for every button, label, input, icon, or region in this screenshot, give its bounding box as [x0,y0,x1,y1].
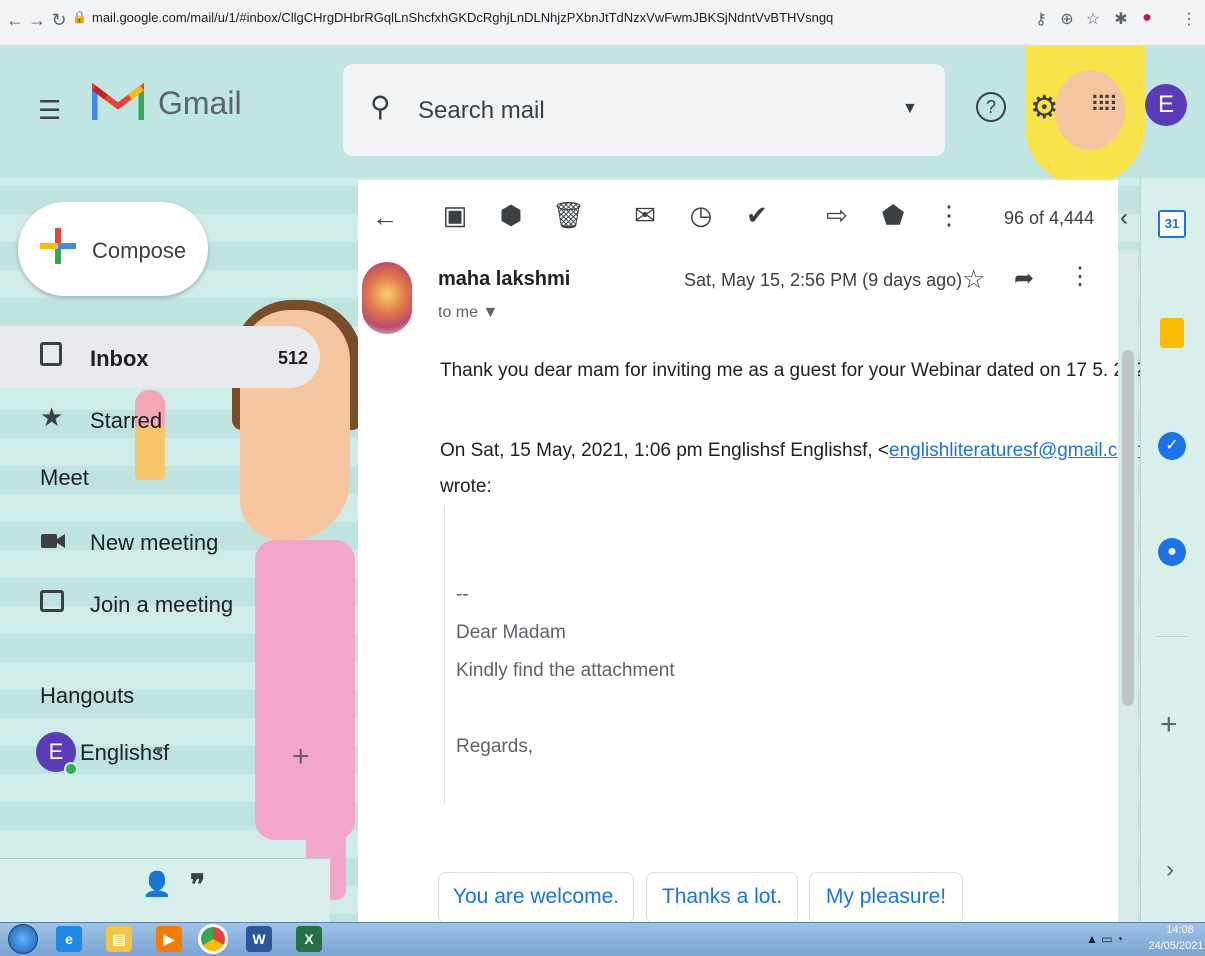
theme-decoration-dress [255,540,355,840]
quote-attribution-prefix: On Sat, 15 May, 2021, 1:06 pm Englishsf … [440,440,890,461]
browser-url[interactable]: mail.google.com/mail/u/1/#inbox/CllgCHrg… [92,10,833,25]
apps-grid-icon[interactable]: ⠿⠿ [1090,92,1118,118]
email-card [358,180,1118,922]
recipient-details[interactable]: to me ▼ [438,304,498,322]
gmail-brand-text: Gmail [158,85,242,121]
newer-chevron-icon[interactable]: ‹ [1120,204,1128,232]
compose-plus-icon [40,228,76,264]
sidebar-item-inbox-label: Inbox [90,346,149,371]
sender-name[interactable]: maha lakshmi [438,268,570,291]
zoom-icon[interactable]: ⊕ [1056,9,1078,29]
compose-label: Compose [92,238,187,263]
scrollbar-thumb[interactable] [1122,350,1134,706]
meet-heading: Meet [40,465,89,490]
starred-icon[interactable]: ★ [40,402,63,433]
delete-icon[interactable]: 🗑 [552,200,585,231]
taskbar-clock-date[interactable]: 24/05/2021 [1148,940,1204,952]
archive-icon[interactable]: ▣ [440,200,470,231]
label-icon[interactable]: ⬟ [878,200,908,231]
search-icon[interactable]: ⚲ [370,90,391,123]
smart-reply-button[interactable]: My pleasure! [809,872,963,924]
browser-reload-icon[interactable]: ↻ [48,10,70,31]
inbox-icon [40,342,62,366]
quote-divider [444,505,445,803]
quoted-signature-dash: -- [456,584,469,605]
browser-menu-icon[interactable]: ⋮ [1178,9,1200,29]
browser-back-icon[interactable]: ← [4,10,26,31]
help-icon[interactable]: ? [976,92,1006,122]
word-icon[interactable]: W [246,926,272,952]
settings-gear-icon[interactable]: ⚙ [1030,88,1059,126]
bookmark-star-icon[interactable]: ☆ [1082,9,1104,29]
new-conversation-plus-icon[interactable]: + [292,740,310,774]
key-icon[interactable]: ⚷ [1030,9,1052,29]
main-menu-icon[interactable]: ☰ [38,95,61,126]
side-panel-divider [1156,636,1188,637]
browser-forward-icon[interactable]: → [26,10,48,31]
contacts-icon[interactable]: ● [1158,538,1186,566]
add-to-tasks-icon[interactable]: ✔ [742,200,772,231]
mark-unread-icon[interactable]: ✉ [630,200,660,231]
contacts-person-icon[interactable]: 👤 [142,870,172,899]
hide-side-panel-chevron-icon[interactable]: › [1166,856,1174,884]
profile-icon[interactable]: ● [1136,9,1158,27]
reply-icon[interactable]: ➦ [1014,264,1034,293]
keep-icon[interactable] [1160,318,1184,348]
recipient-label: to me [438,304,479,321]
video-camera-icon[interactable] [40,530,66,552]
email-more-icon[interactable]: ⋮ [1068,262,1092,291]
taskbar-clock-time[interactable]: 14:08 [1160,924,1200,936]
quote-attribution: On Sat, 15 May, 2021, 1:06 pm Englishsf … [440,440,1155,462]
report-spam-icon[interactable]: ⬢ [496,200,526,231]
recipient-caret-icon[interactable]: ▼ [482,304,498,321]
chrome-icon[interactable] [198,924,228,954]
pagination-text: 96 of 4,444 [1004,208,1095,228]
online-status-dot [64,762,78,776]
lock-icon: 🔒 [72,10,87,24]
email-body-text: Thank you dear mam for inviting me as a … [440,360,1156,381]
quoted-closing: Regards, [456,736,534,757]
calendar-icon[interactable]: 31 [1158,210,1186,238]
media-player-icon[interactable]: ▶ [156,926,182,952]
snooze-clock-icon[interactable]: ◷ [686,200,716,231]
tasks-icon[interactable]: ✓ [1158,432,1186,460]
account-avatar[interactable]: E [1145,84,1187,126]
sidebar-item-starred[interactable]: Starred [90,408,162,434]
search-options-caret-icon[interactable]: ▼ [902,100,918,118]
star-email-icon[interactable]: ☆ [962,264,985,295]
search-input[interactable] [418,94,858,128]
more-actions-icon[interactable]: ⋮ [934,200,964,231]
move-to-icon[interactable]: ⇨ [822,200,852,231]
quoted-body: Kindly find the attachment [456,660,675,681]
back-to-inbox-icon[interactable]: ← [370,202,400,233]
hangouts-heading: Hangouts [40,683,135,708]
quoted-greeting: Dear Madam [456,622,566,643]
internet-explorer-icon[interactable]: e [56,926,82,952]
smart-reply-button[interactable]: Thanks a lot. [646,872,798,924]
file-explorer-icon[interactable]: ▤ [106,926,132,952]
excel-icon[interactable]: X [296,926,322,952]
email-date: Sat, May 15, 2:56 PM (9 days ago) [684,270,963,290]
sidebar-item-join-meeting[interactable]: Join a meeting [90,592,233,618]
sender-avatar[interactable] [362,262,412,334]
smart-reply-button[interactable]: You are welcome. [438,872,634,924]
sidebar-item-new-meeting[interactable]: New meeting [90,530,218,556]
hangouts-status-caret-icon[interactable]: ▼ [152,742,166,758]
browser-address-bar: ← → ↻ 🔒 mail.google.com/mail/u/1/#inbox/… [0,0,1205,46]
extensions-icon[interactable]: ✱ [1110,9,1132,29]
theme-decoration-icecream [135,390,165,480]
start-button-icon[interactable] [8,924,38,954]
system-tray-icons[interactable]: ▲ ▭ ◔ [1086,932,1123,946]
inbox-unread-count: 512 [278,348,309,368]
keyboard-icon[interactable] [40,590,64,612]
quote-wrote-label: wrote: [440,476,492,497]
conversations-quote-icon[interactable]: ❞ [190,868,205,901]
quoted-email-link[interactable]: englishliteraturesf@gmail.com [889,440,1144,461]
gmail-logo-icon[interactable] [92,80,144,122]
get-addons-plus-icon[interactable]: + [1160,708,1178,742]
